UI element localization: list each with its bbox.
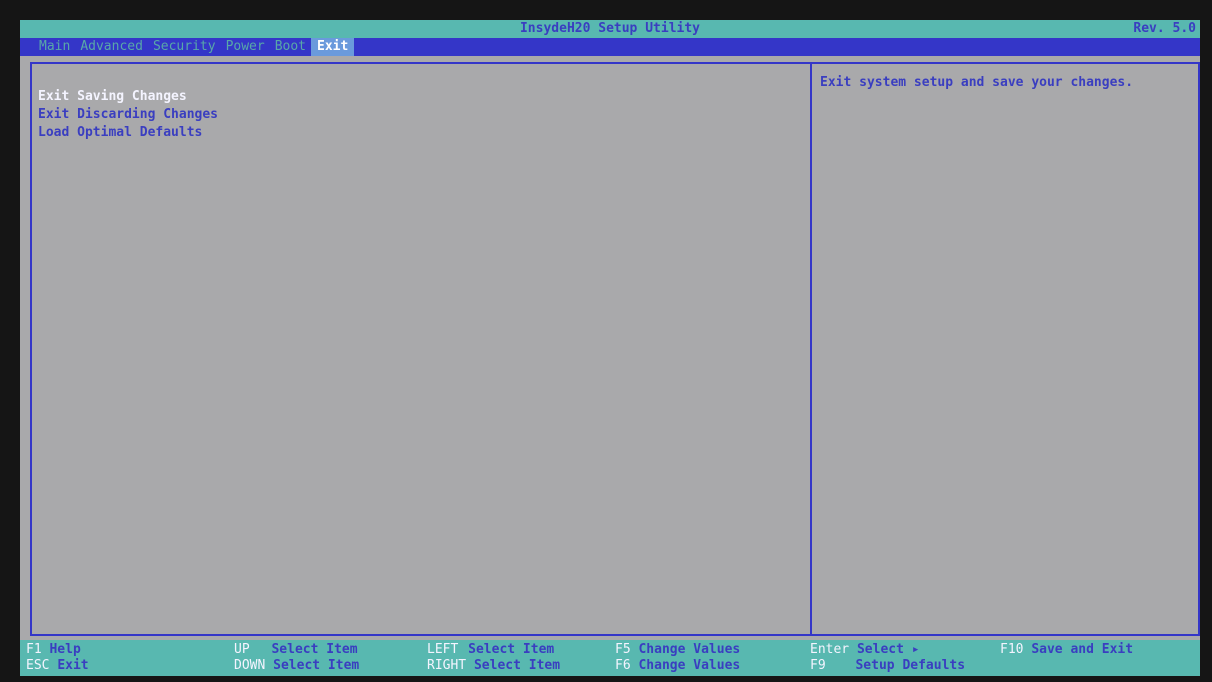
key-down-desc: Select Item xyxy=(273,658,360,673)
key-f9-desc: Setup Defaults xyxy=(855,658,966,673)
key-f5-label: F5 xyxy=(615,642,631,657)
key-left: LEFT Select Item xyxy=(427,642,554,658)
tab-power[interactable]: Power xyxy=(221,38,270,56)
key-right: RIGHT Select Item xyxy=(427,658,560,674)
key-right-label: RIGHT xyxy=(427,658,467,673)
key-esc: ESC Exit xyxy=(26,658,89,674)
exit-options-list: Exit Saving Changes Exit Discarding Chan… xyxy=(38,88,218,142)
panel-divider xyxy=(810,64,812,634)
tab-main[interactable]: Main xyxy=(34,38,75,56)
key-esc-desc: Exit xyxy=(57,658,89,673)
tab-boot[interactable]: Boot xyxy=(270,38,311,56)
key-f5-desc: Change Values xyxy=(638,642,741,657)
key-f9: F9 Setup Defaults xyxy=(810,658,965,674)
key-up: UP Select Item xyxy=(234,642,358,658)
key-f10: F10 Save and Exit xyxy=(1000,642,1133,658)
key-enter-label: Enter xyxy=(810,642,850,657)
key-enter-desc: Select ▸ xyxy=(856,642,920,657)
key-f9-label: F9 xyxy=(810,658,826,673)
key-up-desc: Select Item xyxy=(271,642,358,657)
footer-keybar: F1 Help UP Select Item LEFT Select Item … xyxy=(20,640,1200,676)
key-left-label: LEFT xyxy=(427,642,459,657)
tab-exit[interactable]: Exit xyxy=(311,38,355,56)
key-esc-label: ESC xyxy=(26,658,50,673)
key-f6: F6 Change Values xyxy=(615,658,740,674)
key-f1-desc: Help xyxy=(49,642,81,657)
key-f6-desc: Change Values xyxy=(638,658,741,673)
key-up-label: UP xyxy=(234,642,250,657)
key-left-desc: Select Item xyxy=(468,642,555,657)
bios-screen: InsydeH20 Setup Utility Rev. 5.0 Main Ad… xyxy=(20,20,1200,676)
option-exit-discarding-changes[interactable]: Exit Discarding Changes xyxy=(38,106,218,124)
main-panel: Exit Saving Changes Exit Discarding Chan… xyxy=(30,62,1200,636)
key-f10-desc: Save and Exit xyxy=(1031,642,1134,657)
key-enter: Enter Select ▸ xyxy=(810,642,920,658)
key-right-desc: Select Item xyxy=(473,658,561,673)
tab-advanced[interactable]: Advanced xyxy=(75,38,148,56)
key-down: DOWN Select Item xyxy=(234,658,359,674)
key-down-label: DOWN xyxy=(234,658,266,673)
menu-bar: Main Advanced Security Power Boot Exit xyxy=(20,38,1200,56)
tab-security[interactable]: Security xyxy=(148,38,221,56)
key-f1-label: F1 xyxy=(26,642,42,657)
revision-label: Rev. 5.0 xyxy=(1133,21,1196,36)
help-description: Exit system setup and save your changes. xyxy=(820,75,1134,90)
option-load-optimal-defaults[interactable]: Load Optimal Defaults xyxy=(38,124,218,142)
option-exit-saving-changes[interactable]: Exit Saving Changes xyxy=(38,88,218,106)
key-f10-label: F10 xyxy=(1000,642,1024,657)
setup-title: InsydeH20 Setup Utility xyxy=(519,21,700,36)
key-f5: F5 Change Values xyxy=(615,642,740,658)
key-f6-label: F6 xyxy=(615,658,631,673)
key-help: F1 Help xyxy=(26,642,81,658)
title-bar: InsydeH20 Setup Utility Rev. 5.0 xyxy=(20,20,1200,38)
